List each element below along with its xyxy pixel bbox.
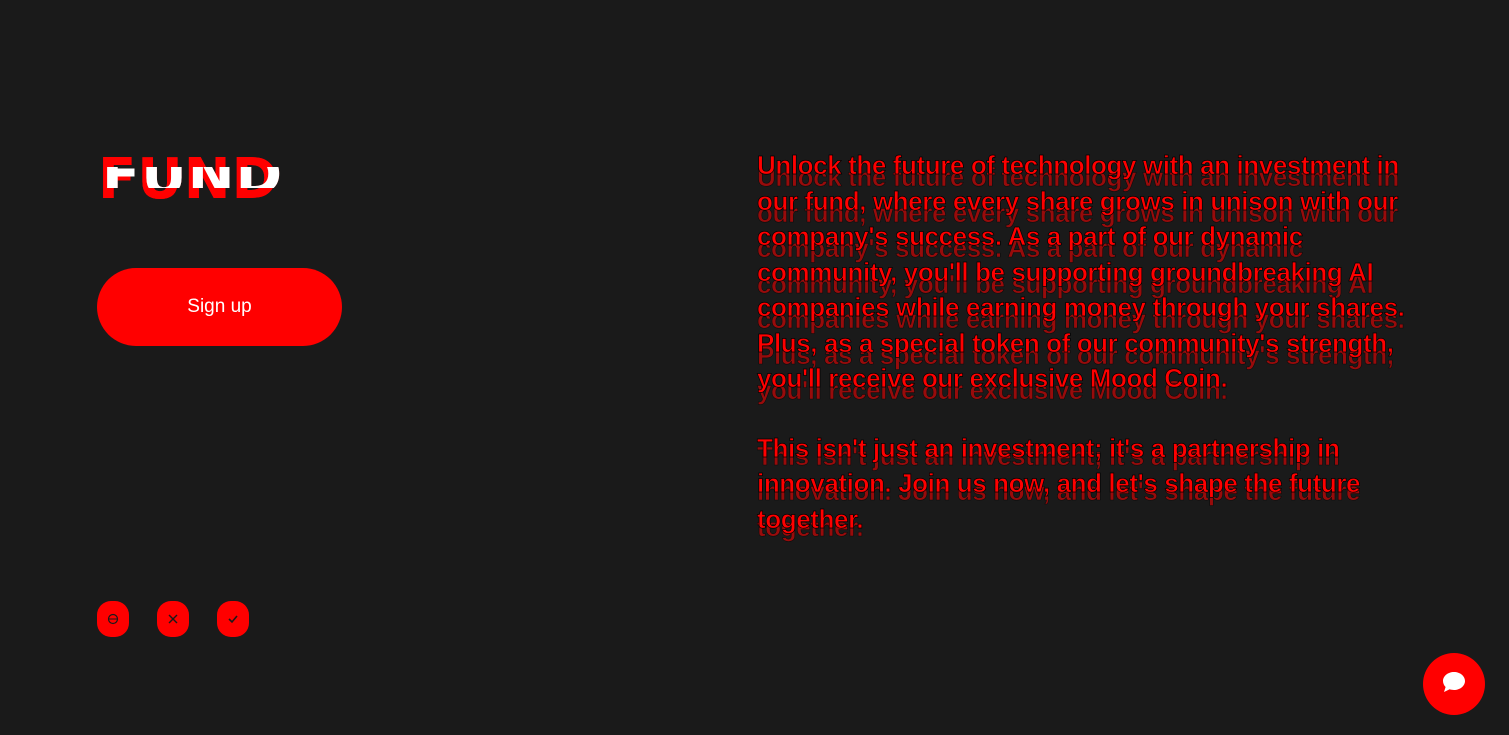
sign-up-label: Sign up xyxy=(187,296,252,317)
paragraph-1-block: Unlock the future of technology with an … xyxy=(757,148,1407,406)
chat-bubble-icon xyxy=(1440,668,1468,701)
social-link-telegram[interactable] xyxy=(217,601,249,637)
fund-description: Unlock the future of technology with an … xyxy=(757,148,1407,542)
x-icon xyxy=(168,614,178,624)
paragraph-1: Unlock the future of technology with an … xyxy=(757,150,1406,394)
fund-logo[interactable]: FUND FUND xyxy=(98,150,282,210)
paragraph-2: This isn't just an investment; it's a pa… xyxy=(757,432,1361,534)
social-link-globe[interactable] xyxy=(97,601,129,637)
paragraph-2-block: This isn't just an investment; it's a pa… xyxy=(757,431,1407,542)
chat-widget-button[interactable] xyxy=(1423,653,1485,715)
sign-up-button[interactable]: Sign up xyxy=(97,268,342,346)
social-link-x[interactable] xyxy=(157,601,189,637)
page: FUND FUND Sign up Unlock the future of t… xyxy=(0,0,1509,735)
globe-icon xyxy=(107,613,119,625)
telegram-icon xyxy=(227,613,239,625)
